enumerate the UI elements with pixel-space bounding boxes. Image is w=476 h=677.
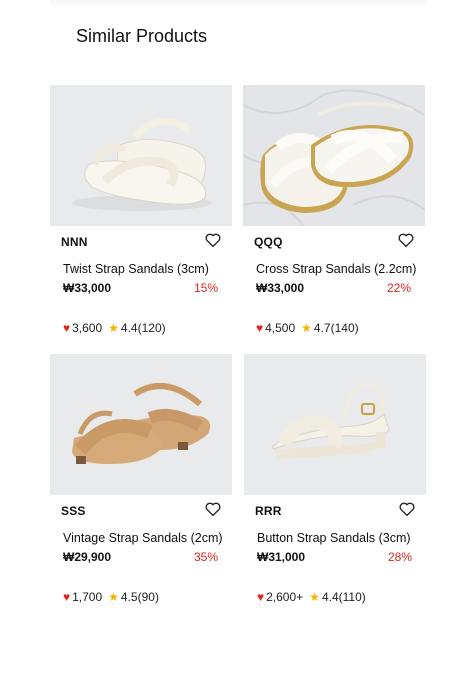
- product-price: ₩33,000: [256, 281, 305, 295]
- product-stats: ♥ 2,600+ ★ 4.4 (110): [257, 590, 366, 604]
- discount-badge: 15%: [193, 281, 218, 295]
- product-image[interactable]: [243, 85, 425, 226]
- heart-filled-icon: ♥: [257, 590, 265, 604]
- star-icon: ★: [301, 321, 312, 335]
- product-image[interactable]: [244, 354, 426, 495]
- product-stats: ♥ 4,500 ★ 4.7 (140): [256, 321, 359, 335]
- product-name[interactable]: Button Strap Sandals (3cm): [257, 531, 411, 545]
- product-name[interactable]: Vintage Strap Sandals (2cm): [63, 531, 223, 545]
- likes-count: 2,600+: [266, 590, 304, 604]
- product-stats: ♥ 1,700 ★ 4.5 (90): [63, 590, 159, 604]
- rating-value: 4.4: [321, 590, 339, 604]
- star-icon: ★: [309, 590, 320, 604]
- product-price: ₩33,000: [63, 281, 112, 295]
- product-brand: NNN: [61, 235, 88, 249]
- product-name[interactable]: Cross Strap Sandals (2.2cm): [256, 262, 416, 276]
- product-name[interactable]: Twist Strap Sandals (3cm): [63, 262, 209, 276]
- rating-value: 4.7: [313, 321, 331, 335]
- product-brand: QQQ: [254, 235, 283, 249]
- likes-count: 3,600: [72, 321, 103, 335]
- heart-filled-icon: ♥: [256, 321, 264, 335]
- star-icon: ★: [108, 590, 119, 604]
- heart-outline-icon[interactable]: [204, 231, 222, 249]
- rating-value: 4.5: [120, 590, 138, 604]
- product-price: ₩29,900: [63, 550, 112, 564]
- product-image[interactable]: [50, 85, 232, 226]
- discount-badge: 35%: [193, 550, 218, 564]
- top-divider: [50, 0, 426, 8]
- review-count: (140): [330, 321, 359, 335]
- heart-filled-icon: ♥: [63, 321, 71, 335]
- product-brand: SSS: [61, 504, 86, 518]
- product-card[interactable]: RRR Button Strap Sandals (3cm) ₩31,000 2…: [244, 354, 426, 609]
- likes-count: 1,700: [72, 590, 103, 604]
- review-count: (110): [338, 590, 366, 604]
- product-card[interactable]: QQQ Cross Strap Sandals (2.2cm) ₩33,000 …: [243, 85, 425, 340]
- discount-badge: 28%: [387, 550, 412, 564]
- heart-outline-icon[interactable]: [204, 500, 222, 518]
- heart-filled-icon: ♥: [63, 590, 71, 604]
- product-price: ₩31,000: [257, 550, 306, 564]
- rating-value: 4.4: [120, 321, 138, 335]
- discount-badge: 22%: [386, 281, 411, 295]
- heart-outline-icon[interactable]: [397, 231, 415, 249]
- product-stats: ♥ 3,600 ★ 4.4 (120): [63, 321, 166, 335]
- section-title: Similar Products: [76, 26, 208, 46]
- product-brand: RRR: [255, 504, 282, 518]
- product-card[interactable]: SSS Vintage Strap Sandals (2cm) ₩29,900 …: [50, 354, 232, 609]
- likes-count: 4,500: [265, 321, 296, 335]
- heart-outline-icon[interactable]: [398, 500, 416, 518]
- product-card[interactable]: NNN Twist Strap Sandals (3cm) ₩33,000 15…: [50, 85, 232, 340]
- product-image[interactable]: [50, 354, 232, 495]
- star-icon: ★: [108, 321, 119, 335]
- review-count: (90): [137, 590, 159, 604]
- review-count: (120): [137, 321, 166, 335]
